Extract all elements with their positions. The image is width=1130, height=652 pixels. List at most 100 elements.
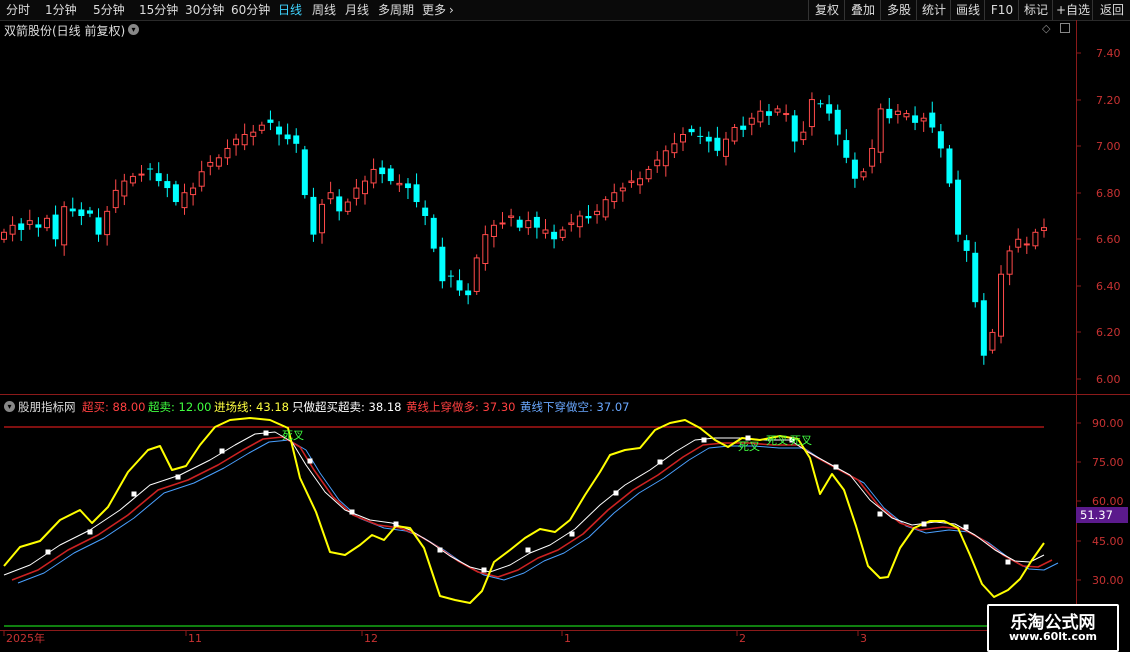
candle-body bbox=[800, 131, 807, 141]
candle-body bbox=[688, 128, 695, 133]
candle-body bbox=[1023, 243, 1030, 246]
candle-body bbox=[138, 173, 145, 176]
candle-body bbox=[740, 125, 747, 130]
candle-body bbox=[611, 192, 618, 203]
candle-body bbox=[172, 184, 179, 203]
signal-marker bbox=[613, 490, 619, 496]
candle-body bbox=[542, 229, 549, 234]
candle-body bbox=[413, 184, 420, 203]
candle-body bbox=[387, 168, 394, 182]
candle-body bbox=[826, 104, 833, 114]
candle-body bbox=[61, 206, 68, 246]
candle-body bbox=[26, 220, 33, 225]
candle-body bbox=[1006, 250, 1013, 275]
price-axis-label: 6.40 bbox=[1096, 280, 1121, 293]
signal-marker bbox=[833, 464, 839, 470]
candle-body bbox=[903, 113, 910, 118]
candle-body bbox=[224, 147, 231, 159]
candle-body bbox=[783, 113, 790, 116]
candle-body bbox=[963, 240, 970, 251]
candle-body bbox=[293, 135, 300, 144]
candle-body bbox=[654, 159, 661, 167]
candle-body bbox=[327, 192, 334, 200]
candle-body bbox=[104, 210, 111, 236]
signal-marker bbox=[263, 430, 269, 436]
candle-body bbox=[353, 187, 360, 199]
candle-body bbox=[619, 187, 626, 192]
candle-body bbox=[817, 103, 824, 105]
candle-body bbox=[628, 180, 635, 183]
candle-body bbox=[52, 214, 59, 240]
candle-body bbox=[1015, 238, 1022, 248]
candle-body bbox=[998, 273, 1005, 337]
candle-body bbox=[508, 215, 515, 218]
price-axis-label: 7.00 bbox=[1096, 140, 1121, 153]
candle-body bbox=[258, 124, 265, 131]
candle-body bbox=[551, 231, 558, 240]
current-value-badge: 51.37 bbox=[1076, 507, 1128, 523]
candle-body bbox=[946, 148, 953, 184]
signal-line-white bbox=[3, 431, 1045, 576]
candle-body bbox=[207, 161, 214, 167]
signal-marker bbox=[481, 567, 487, 573]
candle-body bbox=[447, 275, 454, 277]
candle-body bbox=[319, 203, 326, 234]
candle-body bbox=[422, 207, 429, 216]
candle-body bbox=[147, 168, 154, 170]
price-axis-label: 6.80 bbox=[1096, 187, 1121, 200]
death-cross-label: 死叉 bbox=[766, 434, 788, 447]
signal-marker bbox=[525, 547, 531, 553]
candle-body bbox=[276, 126, 283, 135]
candle-body bbox=[344, 201, 351, 212]
signal-marker bbox=[349, 509, 355, 515]
candle-body bbox=[284, 134, 291, 140]
signal-marker bbox=[701, 437, 707, 443]
candle-body bbox=[465, 290, 472, 296]
candle-body bbox=[215, 157, 222, 167]
indicator-axis-label: 30.00 bbox=[1092, 574, 1124, 587]
date-axis-label: 2 bbox=[739, 632, 746, 645]
candle-body bbox=[602, 199, 609, 218]
candle-body bbox=[78, 209, 85, 216]
fast-line-yellow bbox=[3, 417, 1045, 604]
candle-body bbox=[86, 210, 93, 214]
death-cross-label: 死叉 bbox=[790, 434, 812, 447]
signal-marker bbox=[437, 547, 443, 553]
death-cross-label: 死叉 bbox=[738, 440, 760, 453]
candle-body bbox=[748, 117, 755, 125]
candle-body bbox=[920, 117, 927, 122]
indicator-axis-label: 45.00 bbox=[1092, 535, 1124, 548]
candle-body bbox=[164, 181, 171, 189]
signal-marker bbox=[45, 549, 51, 555]
candle-body bbox=[808, 99, 815, 128]
candle-body bbox=[121, 180, 128, 197]
signal-line-blue bbox=[17, 439, 1059, 584]
date-axis-label: 1 bbox=[564, 632, 571, 645]
candle-body bbox=[697, 135, 704, 137]
candle-body bbox=[576, 215, 583, 228]
date-axis-label: 12 bbox=[364, 632, 378, 645]
price-axis-label: 7.40 bbox=[1096, 47, 1121, 60]
price-axis-label: 6.60 bbox=[1096, 233, 1121, 246]
candle-body bbox=[336, 196, 343, 212]
chart-canvas[interactable]: 7.40 7.20 7.00 6.80 6.60 6.40 6.20 6.00 90.00 75… bbox=[0, 0, 1130, 650]
candle-body bbox=[9, 224, 16, 235]
signal-marker bbox=[131, 491, 137, 497]
candle-body bbox=[869, 147, 876, 167]
candle-body bbox=[972, 252, 979, 303]
candle-body bbox=[929, 112, 936, 128]
date-axis-label: 11 bbox=[188, 632, 202, 645]
watermark-logo: 乐淘公式网 www.60lt.com bbox=[987, 604, 1119, 652]
candle-body bbox=[129, 175, 136, 184]
signal-marker bbox=[963, 524, 969, 530]
signal-marker bbox=[877, 511, 883, 517]
candle-body bbox=[35, 224, 42, 228]
candle-body bbox=[473, 257, 480, 292]
watermark-url: www.60lt.com bbox=[1008, 630, 1098, 643]
candle-body bbox=[1032, 231, 1039, 247]
candle-body bbox=[267, 119, 274, 123]
candle-body bbox=[894, 110, 901, 115]
candle-body bbox=[714, 137, 721, 151]
candle-body bbox=[594, 210, 601, 216]
candle-body bbox=[155, 173, 162, 182]
